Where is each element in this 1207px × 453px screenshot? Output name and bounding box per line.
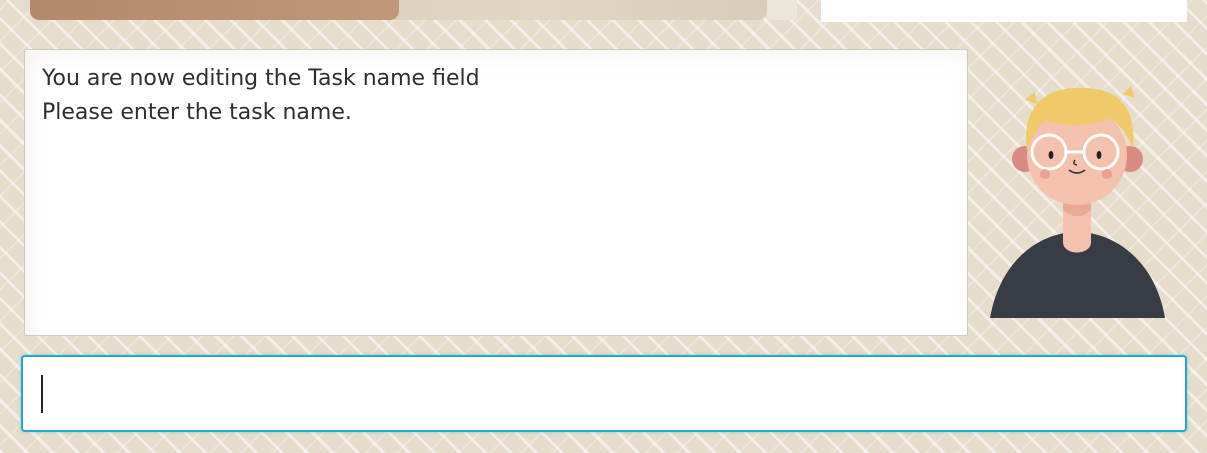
assistant-avatar-icon xyxy=(985,70,1170,320)
top-right-panel xyxy=(821,0,1187,22)
message-line-1: You are now editing the Task name field xyxy=(42,66,480,91)
chat-input-box[interactable] xyxy=(21,355,1187,432)
message-box: You are now editing the Task name field … xyxy=(24,49,968,336)
chat-input[interactable] xyxy=(23,357,1185,430)
message-line-2: Please enter the task name. xyxy=(42,100,352,125)
progress-bar xyxy=(30,0,767,20)
text-cursor xyxy=(41,375,43,413)
progress-bar-fill xyxy=(30,0,399,20)
progress-bar-end-cap xyxy=(767,0,797,20)
